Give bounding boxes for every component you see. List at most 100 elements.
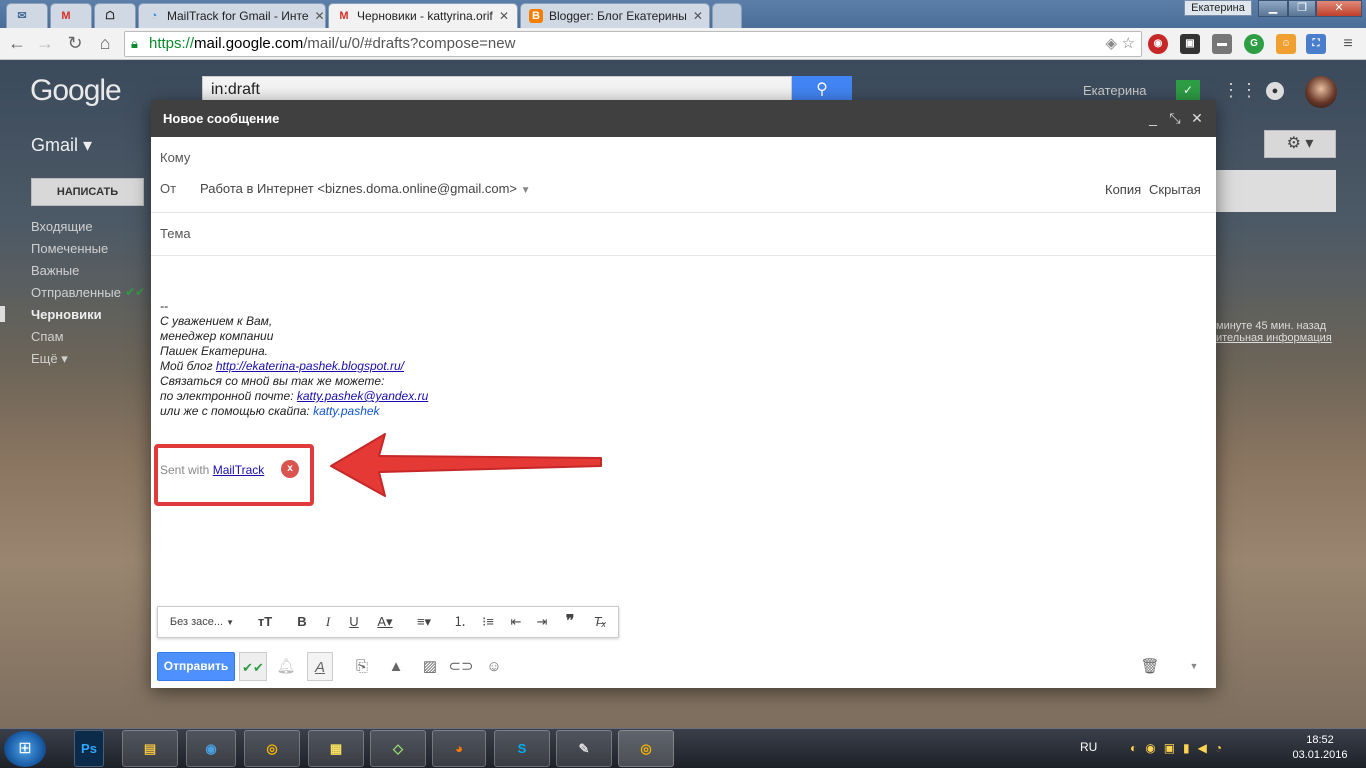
text-color-icon[interactable]: A▾ xyxy=(370,607,400,637)
send-button[interactable]: Отправить xyxy=(157,652,235,681)
tab-label: Черновики - kattyrina.orif xyxy=(357,9,493,23)
clock[interactable]: 18:52 03.01.2016 xyxy=(1290,733,1350,763)
discard-draft-icon[interactable]: 🗑︎ xyxy=(1137,652,1163,681)
sidebar-item-sent[interactable]: Отправленные xyxy=(31,285,121,300)
reload-icon[interactable]: ↻ xyxy=(64,33,86,54)
bcc-link[interactable]: Скрытая xyxy=(1149,182,1201,197)
attach-icon[interactable]: ⎘ xyxy=(349,652,375,681)
notifications-icon[interactable]: ● xyxy=(1266,82,1284,100)
new-tab-button[interactable] xyxy=(712,3,742,28)
activity-details-link[interactable]: ительная информация xyxy=(1216,332,1332,344)
extension-icon[interactable]: ▣ xyxy=(1180,34,1200,54)
sidebar-item-more[interactable]: Ещё ▾ xyxy=(31,351,68,367)
email-link[interactable]: katty.pashek@yandex.ru xyxy=(297,389,428,403)
mailtrack-envelope-icon[interactable]: ✓ xyxy=(1176,80,1200,100)
italic-icon[interactable]: I xyxy=(316,607,340,637)
font-select[interactable]: Без засе... ▼ xyxy=(162,607,242,637)
close-icon[interactable]: ✕ xyxy=(693,9,703,23)
minimize-button[interactable]: ▁ xyxy=(1258,0,1288,17)
cc-link[interactable]: Копия xyxy=(1105,182,1141,197)
skype-icon[interactable]: S xyxy=(494,730,550,767)
sidebar-item-inbox[interactable]: Входящие xyxy=(31,219,93,234)
tab-gmail[interactable]: M xyxy=(50,3,92,28)
insert-photo-icon[interactable]: ▨ xyxy=(417,652,443,681)
menu-icon[interactable]: ≡ xyxy=(1338,34,1358,54)
home-icon[interactable]: ⌂ xyxy=(94,33,116,54)
tray-icons[interactable]: ◐◉▣▮◀︎◔ xyxy=(1130,741,1230,755)
blog-prefix: Мой блог xyxy=(160,359,216,373)
start-button[interactable]: ⊞ xyxy=(4,731,46,767)
tab-blogger[interactable]: B Blogger: Блог Екатерины ✕ xyxy=(520,3,710,28)
file-explorer-icon[interactable]: ▤ xyxy=(122,730,178,767)
translate-icon[interactable]: ◈ xyxy=(1105,32,1117,56)
insert-link-icon[interactable]: ⊂⊃ xyxy=(448,652,474,681)
tab-bookmark[interactable]: ☖ xyxy=(94,3,136,28)
search-input[interactable]: in:draft xyxy=(202,76,792,103)
align-icon[interactable]: ≡▾ xyxy=(408,607,440,637)
compose-header[interactable]: Новое сообщение xyxy=(151,100,1216,137)
media-player-icon[interactable]: ◉ xyxy=(186,730,236,767)
firefox-icon[interactable]: ◕ xyxy=(432,730,486,767)
indent-more-icon[interactable]: ⇥ xyxy=(530,607,554,637)
chrome-icon[interactable]: ◎ xyxy=(618,730,674,767)
adblock-icon[interactable]: ◉ xyxy=(1148,34,1168,54)
message-body[interactable]: -- С уважением к Вам, менеджер компании … xyxy=(160,299,428,419)
tab-mailtrack[interactable]: ◔ MailTrack for Gmail - Инте ✕ xyxy=(138,3,326,28)
mailtrack-link[interactable]: MailTrack xyxy=(213,463,265,477)
more-options-icon[interactable]: ▼ xyxy=(1181,652,1207,681)
formatting-options-icon[interactable]: A xyxy=(307,652,333,681)
sidebar-item-starred[interactable]: Помеченные xyxy=(31,241,108,256)
avatar[interactable] xyxy=(1305,76,1337,108)
address-bar[interactable]: 🔒︎ https://mail.google.com/mail/u/0/#dra… xyxy=(124,31,1142,57)
window-close-button[interactable]: ✕ xyxy=(1316,0,1362,17)
maximize-button[interactable]: ❐ xyxy=(1288,0,1316,17)
forward-icon[interactable]: → xyxy=(34,33,56,54)
gamepad-icon[interactable]: ▬ xyxy=(1212,34,1232,54)
sidebar-item-important[interactable]: Важные xyxy=(31,263,79,278)
drive-icon[interactable]: ▲ xyxy=(383,652,409,681)
fullscreen-icon[interactable]: ⤡ xyxy=(1165,100,1185,137)
bulleted-list-icon[interactable]: ⁝≡ xyxy=(476,607,500,637)
quote-icon[interactable]: ❞ xyxy=(558,607,582,637)
grammarly-icon[interactable]: G xyxy=(1244,34,1264,54)
close-icon[interactable]: ✕ xyxy=(499,9,509,23)
language-indicator[interactable]: RU xyxy=(1080,740,1097,754)
subject-field[interactable]: Тема xyxy=(160,226,191,241)
photoshop-icon[interactable]: Ps xyxy=(74,730,104,767)
remove-signature-button[interactable]: x xyxy=(281,460,299,478)
search-button[interactable]: ⚲ xyxy=(792,76,852,103)
from-value: Работа в Интернет <biznes.doma.online@gm… xyxy=(200,181,517,196)
skype-link[interactable]: katty.pashek xyxy=(313,404,379,418)
reminder-bell-icon[interactable]: 🔔︎ xyxy=(273,652,299,681)
tab-inbox[interactable]: ✉ xyxy=(6,3,48,28)
emoji-icon[interactable]: ☺ xyxy=(481,652,507,681)
screenshot-icon[interactable]: ⛶ xyxy=(1306,34,1326,54)
ok-extension-icon[interactable]: ☺ xyxy=(1276,34,1296,54)
sidebar-item-drafts[interactable]: Черновики xyxy=(31,307,102,322)
remove-formatting-icon[interactable]: T̶ₓ xyxy=(588,607,612,637)
compose-button[interactable]: НАПИСАТЬ xyxy=(31,178,144,206)
blog-link[interactable]: http://ekaterina-pashek.blogspot.ru/ xyxy=(216,359,404,373)
notes-app-icon[interactable]: ◇ xyxy=(370,730,426,767)
minimize-icon[interactable]: _ xyxy=(1143,100,1163,137)
settings-button[interactable]: ⚙ ▾ xyxy=(1264,130,1336,158)
numbered-list-icon[interactable]: ⒈ xyxy=(448,607,472,637)
sticky-notes-icon[interactable]: ▦ xyxy=(308,730,364,767)
to-label[interactable]: Кому xyxy=(160,150,190,165)
underline-icon[interactable]: U xyxy=(342,607,366,637)
chrome-icon[interactable]: ◎ xyxy=(244,730,300,767)
from-select[interactable]: Работа в Интернет <biznes.doma.online@gm… xyxy=(200,181,531,196)
paint-icon[interactable]: ✎ xyxy=(556,730,612,767)
tab-drafts[interactable]: M Черновики - kattyrina.orif ✕ xyxy=(328,3,518,28)
apps-grid-icon[interactable]: ⋮⋮ xyxy=(1222,80,1258,101)
back-icon[interactable]: ← xyxy=(6,33,28,54)
font-size-icon[interactable]: тT xyxy=(250,607,280,637)
sidebar-item-spam[interactable]: Спам xyxy=(31,329,64,344)
bold-icon[interactable]: B xyxy=(290,607,314,637)
close-icon[interactable]: ✕ xyxy=(1187,100,1207,137)
gmail-app-switcher[interactable]: Gmail ▾ xyxy=(31,135,92,156)
bookmark-star-icon[interactable]: ☆ xyxy=(1122,32,1135,56)
close-icon[interactable]: ✕ xyxy=(315,9,325,23)
mailtrack-toggle-icon[interactable]: ✔✔ xyxy=(239,652,267,681)
indent-less-icon[interactable]: ⇤ xyxy=(504,607,528,637)
